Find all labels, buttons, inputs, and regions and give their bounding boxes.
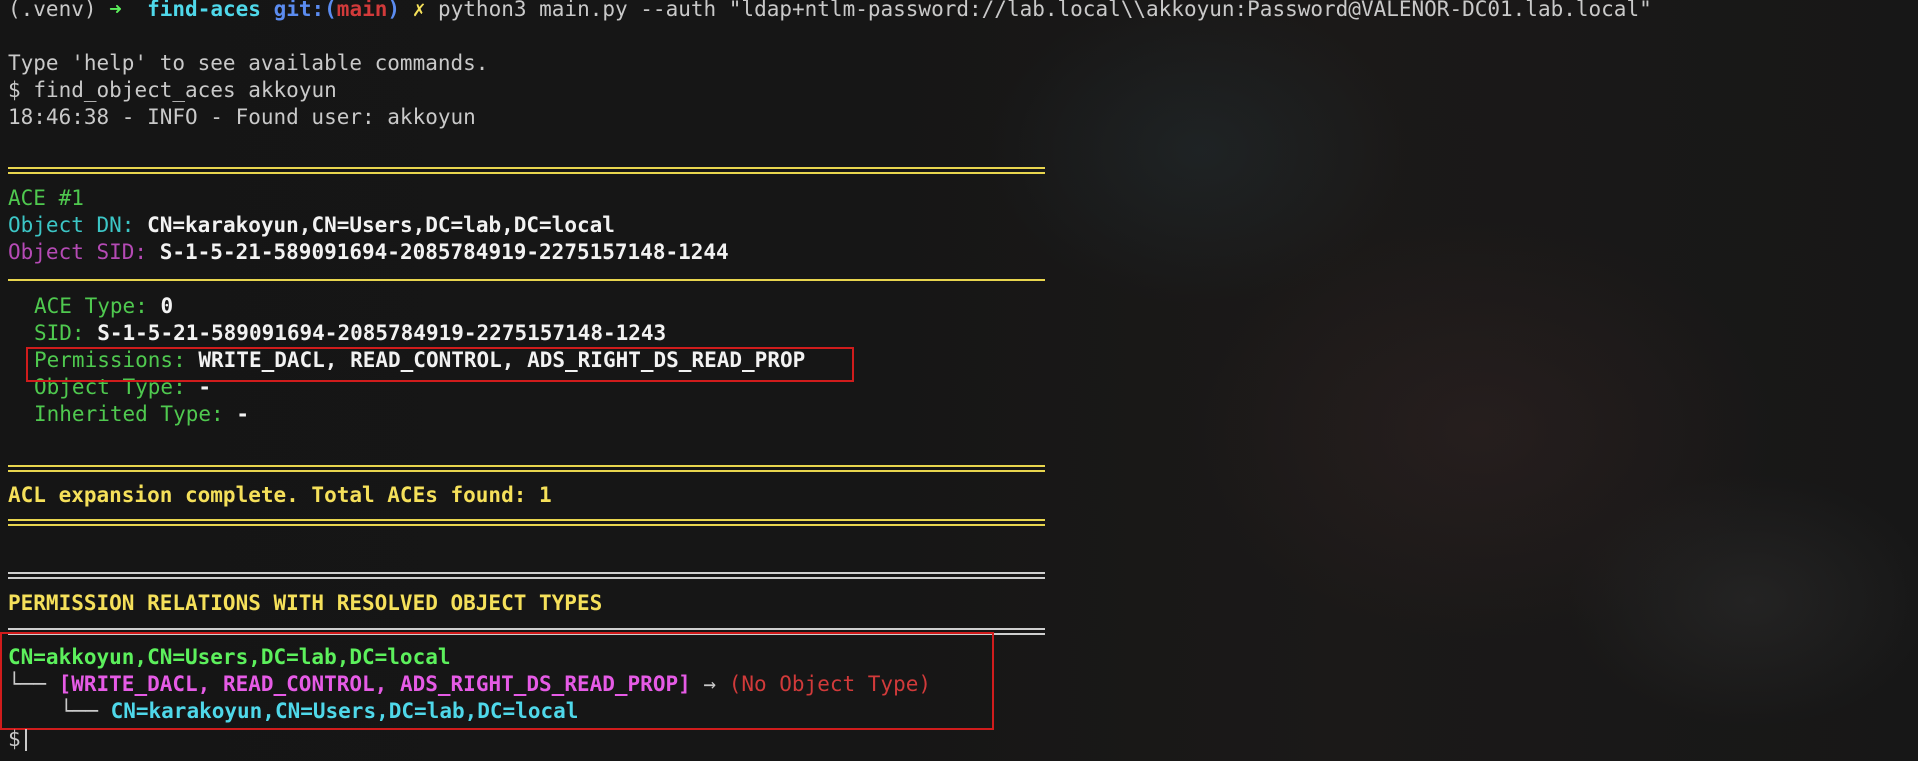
terminal-window[interactable]: (.venv) ➜ find-aces git:(main) ✗ python3… (0, 0, 1918, 761)
separator-summary-top-2 (8, 470, 1045, 472)
ace-header: ACE #1 (8, 186, 84, 210)
object-sid-line: Object SID: S-1-5-21-589091694-208578491… (8, 239, 729, 266)
permissions-highlight-box (26, 347, 854, 382)
separator-relations-top-1 (8, 572, 1045, 574)
relations-title: PERMISSION RELATIONS WITH RESOLVED OBJEC… (8, 591, 603, 615)
current-directory: find-aces (147, 0, 261, 21)
separator-relations-bottom-1 (8, 628, 1045, 630)
git-dirty-icon: ✗ (412, 0, 426, 21)
final-prompt-symbol: $ (8, 727, 21, 751)
text-cursor (24, 729, 27, 751)
user-command: find_object_aces akkoyun (33, 78, 337, 102)
ace-type-line: ACE Type: 0 (34, 293, 173, 320)
separator-relations-top-2 (8, 577, 1045, 579)
venv-label: (.venv) (8, 0, 97, 21)
object-dn-label: Object DN: (8, 213, 135, 237)
prompt-arrow: ➜ (109, 0, 122, 21)
sid-line: SID: S-1-5-21-589091694-2085784919-22751… (34, 320, 666, 347)
inherited-type-value: - (236, 402, 249, 426)
separator-summary-bottom-2 (8, 524, 1045, 526)
summary-line: ACL expansion complete. Total ACEs found… (8, 483, 552, 507)
separator-summary-top-1 (8, 465, 1045, 467)
git-prefix: git:( (273, 0, 337, 21)
object-dn-value: CN=karakoyun,CN=Users,DC=lab,DC=local (147, 213, 615, 237)
git-branch: main (336, 0, 388, 21)
user-command-line: $ find_object_aces akkoyun (8, 77, 337, 104)
object-dn-line: Object DN: CN=karakoyun,CN=Users,DC=lab,… (8, 212, 615, 239)
ace-type-label: ACE Type: (34, 294, 148, 318)
shell-prompt-line: (.venv) ➜ find-aces git:(main) ✗ python3… (8, 0, 1652, 23)
object-sid-label: Object SID: (8, 240, 148, 264)
info-log-line: 18:46:38 - INFO - Found user: akkoyun (8, 105, 476, 129)
help-hint: Type 'help' to see available commands. (8, 51, 489, 75)
git-suffix: ) (387, 0, 401, 21)
sid-label: SID: (34, 321, 85, 345)
object-sid-value: S-1-5-21-589091694-2085784919-2275157148… (159, 240, 729, 264)
separator-summary-bottom-1 (8, 519, 1045, 521)
final-prompt-line[interactable]: $ (8, 726, 27, 753)
shell-prompt-symbol: $ (8, 78, 21, 102)
sid-value: S-1-5-21-589091694-2085784919-2275157148… (97, 321, 667, 345)
relations-highlight-box (0, 632, 994, 730)
separator-top-1 (8, 167, 1045, 169)
executed-command: python3 main.py --auth "ldap+ntlm-passwo… (438, 0, 1652, 21)
separator-top-2 (8, 172, 1045, 174)
inherited-type-line: Inherited Type: - (34, 401, 249, 428)
inherited-type-label: Inherited Type: (34, 402, 224, 426)
ace-type-value: 0 (160, 294, 174, 318)
separator-ace (8, 279, 1045, 281)
